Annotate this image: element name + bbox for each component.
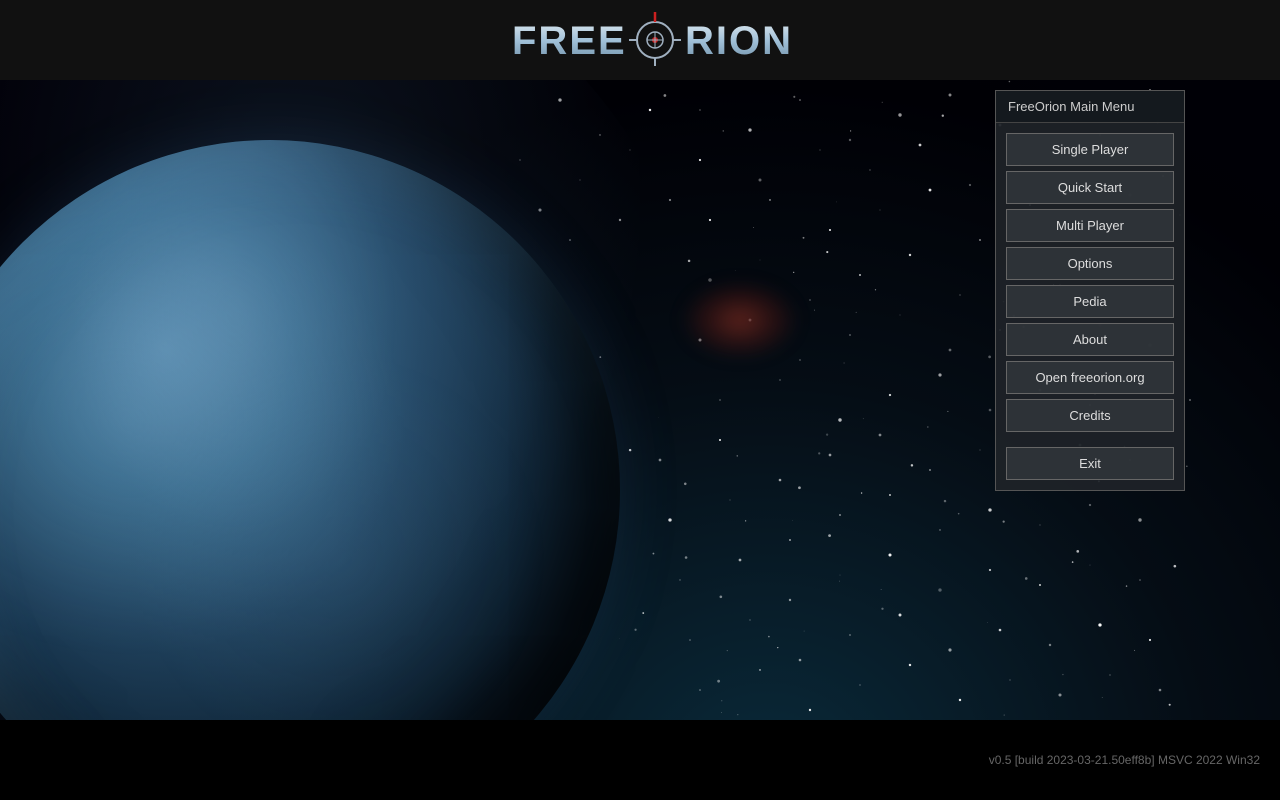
nebula [680,280,800,360]
about-button[interactable]: About [1006,323,1174,356]
multi-player-button[interactable]: Multi Player [1006,209,1174,242]
quick-start-button[interactable]: Quick Start [1006,171,1174,204]
credits-button[interactable]: Credits [1006,399,1174,432]
single-player-button[interactable]: Single Player [1006,133,1174,166]
header: FREE FREE [0,0,1280,80]
logo-svg: FREE RION [507,10,827,70]
menu-title: FreeOrion Main Menu [996,91,1184,123]
main-area: FreeOrion Main Menu Single Player Quick S… [0,80,1280,720]
svg-text:FREE: FREE [512,19,627,63]
menu-exit-section: Exit [996,442,1184,490]
menu-panel: FreeOrion Main Menu Single Player Quick S… [995,90,1185,491]
freeorion-logo-icon: FREE [455,13,505,63]
logo-container: FREE FREE [453,10,827,70]
open-website-button[interactable]: Open freeorion.org [1006,361,1174,394]
exit-button[interactable]: Exit [1006,447,1174,480]
footer: v0.5 [build 2023-03-21.50eff8b] MSVC 202… [0,720,1280,800]
svg-text:RION: RION [685,19,793,63]
version-text: v0.5 [build 2023-03-21.50eff8b] MSVC 202… [989,753,1260,767]
options-button[interactable]: Options [1006,247,1174,280]
menu-buttons: Single Player Quick Start Multi Player Opti… [996,123,1184,442]
pedia-button[interactable]: Pedia [1006,285,1174,318]
